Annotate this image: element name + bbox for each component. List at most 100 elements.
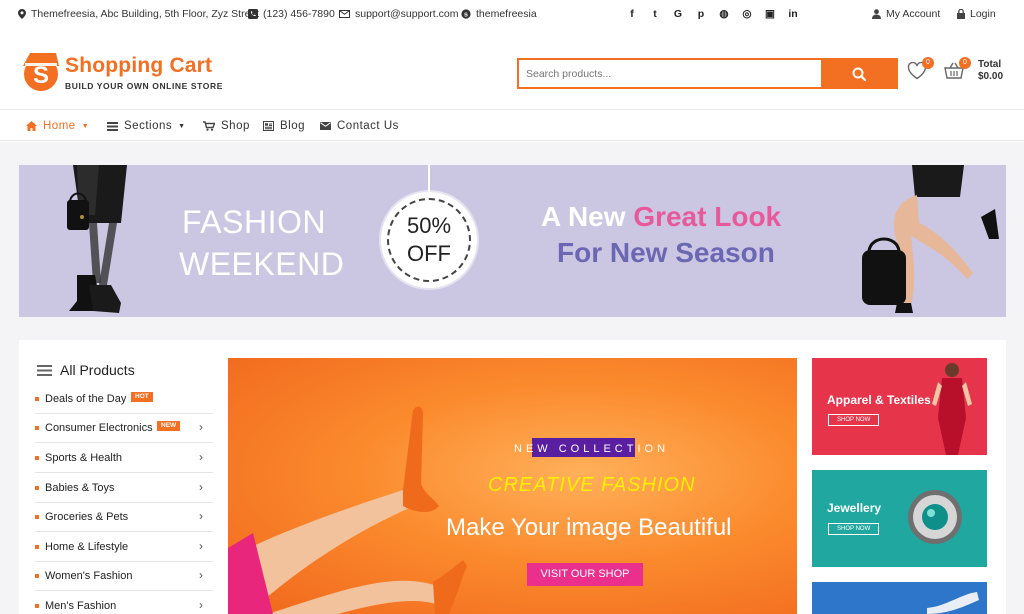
dribbble-icon[interactable]: ◍ bbox=[719, 8, 729, 20]
main-navigation: Home ▼ Sections ▼ Shop Blog Contact Us bbox=[0, 111, 1024, 141]
visit-shop-button[interactable]: VISIT OUR SHOP bbox=[527, 563, 643, 586]
category-label: Consumer Electronics bbox=[45, 422, 153, 434]
newspaper-icon bbox=[263, 121, 274, 131]
category-item[interactable]: Babies & Toys › bbox=[35, 474, 213, 503]
new-badge: NEW bbox=[157, 421, 181, 431]
search-form bbox=[517, 58, 898, 89]
search-button[interactable] bbox=[821, 60, 896, 87]
login-link[interactable]: Login bbox=[957, 8, 996, 20]
tag-string bbox=[428, 165, 430, 192]
site-title[interactable]: Shopping Cart bbox=[65, 54, 212, 78]
category-item[interactable]: Sports & Health › bbox=[35, 444, 213, 473]
promo-shoe-image bbox=[927, 592, 979, 614]
hot-badge: HOT bbox=[131, 392, 153, 402]
promo-third[interactable] bbox=[812, 582, 987, 614]
banner-headline-a: A New bbox=[541, 201, 634, 232]
facebook-icon[interactable]: f bbox=[627, 8, 637, 20]
promo-apparel[interactable]: Apparel & Textiles SHOP NOW bbox=[812, 358, 987, 455]
cart-total[interactable]: Total $0.00 bbox=[978, 59, 1003, 83]
banner-model-right-image bbox=[862, 165, 999, 313]
google-plus-icon[interactable]: G bbox=[673, 8, 683, 20]
skype-text: themefreesia bbox=[476, 8, 537, 20]
email-item[interactable]: support@support.com bbox=[339, 8, 458, 20]
home-icon bbox=[26, 121, 37, 131]
category-item[interactable]: Groceries & Pets › bbox=[35, 503, 213, 532]
flickr-icon[interactable]: ▣ bbox=[765, 8, 775, 20]
menu-icon bbox=[37, 364, 52, 376]
skype-icon: s bbox=[461, 9, 471, 19]
top-bar: Themefreesia, Abc Building, 5th Floor, Z… bbox=[0, 0, 1024, 30]
pinterest-icon[interactable]: p bbox=[696, 8, 706, 20]
promo-apparel-title: Apparel & Textiles bbox=[827, 393, 931, 407]
nav-item-home[interactable]: Home ▼ bbox=[26, 120, 89, 132]
category-label: Women's Fashion bbox=[45, 570, 133, 582]
category-item[interactable]: Consumer Electronics NEW › bbox=[35, 414, 213, 443]
category-label: Groceries & Pets bbox=[45, 511, 129, 523]
nav-label-contact: Contact Us bbox=[337, 120, 399, 132]
promo-jewellery-title: Jewellery bbox=[827, 501, 882, 515]
nav-label-blog: Blog bbox=[280, 120, 306, 132]
nav-item-contact[interactable]: Contact Us bbox=[320, 120, 399, 132]
lock-icon bbox=[957, 9, 965, 19]
all-products-label: All Products bbox=[60, 362, 135, 378]
chevron-right-icon: › bbox=[199, 598, 203, 612]
search-input[interactable] bbox=[519, 60, 821, 87]
promo-jewellery-shop-button[interactable]: SHOP NOW bbox=[828, 523, 880, 535]
promo-jewellery[interactable]: Jewellery SHOP NOW bbox=[812, 470, 987, 567]
chevron-right-icon: › bbox=[199, 509, 203, 523]
category-item[interactable]: Men's Fashion › bbox=[35, 592, 213, 614]
list-icon bbox=[107, 121, 118, 131]
cart-total-value: $0.00 bbox=[978, 71, 1004, 82]
nav-label-sections: Sections bbox=[124, 120, 173, 132]
search-icon bbox=[852, 67, 866, 81]
cart-icon bbox=[203, 121, 215, 131]
banner-left-line1: FASHION bbox=[182, 204, 326, 240]
instagram-icon[interactable]: ◎ bbox=[742, 8, 752, 20]
skype-item[interactable]: s themefreesia bbox=[461, 8, 537, 20]
cart-total-label: Total bbox=[978, 59, 1002, 70]
caret-down-icon: ▼ bbox=[81, 122, 90, 130]
address-item: Themefreesia, Abc Building, 5th Floor, Z… bbox=[18, 8, 259, 20]
email-text: support@support.com bbox=[355, 8, 459, 20]
logo-icon[interactable]: S bbox=[20, 50, 62, 92]
svg-text:S: S bbox=[33, 62, 49, 89]
caret-down-icon: ▼ bbox=[178, 122, 186, 130]
category-label: Home & Lifestyle bbox=[45, 541, 129, 553]
envelope-icon bbox=[339, 10, 350, 18]
my-account-link[interactable]: My Account bbox=[872, 8, 940, 20]
phone-icon bbox=[248, 9, 258, 19]
twitter-icon[interactable]: t bbox=[650, 8, 660, 20]
promo-banner[interactable]: FASHION WEEKEND 50% OFF A New Great Look… bbox=[19, 165, 1006, 317]
discount-tag: 50% OFF bbox=[381, 192, 477, 288]
promo-apparel-shop-button[interactable]: SHOP NOW bbox=[828, 414, 880, 426]
nav-item-blog[interactable]: Blog bbox=[263, 120, 305, 132]
linkedin-icon[interactable]: in bbox=[788, 8, 798, 20]
nav-item-shop[interactable]: Shop bbox=[203, 120, 250, 132]
promo-ring-image bbox=[908, 490, 962, 544]
hero-title: CREATIVE FASHION bbox=[488, 474, 696, 496]
cart-button[interactable]: 0 bbox=[944, 57, 971, 82]
my-account-label: My Account bbox=[886, 8, 941, 20]
address-text: Themefreesia, Abc Building, 5th Floor, Z… bbox=[31, 8, 260, 20]
wishlist-button[interactable]: 0 bbox=[907, 57, 934, 82]
category-item[interactable]: Home & Lifestyle › bbox=[35, 533, 213, 562]
category-label: Deals of the Day bbox=[45, 393, 127, 405]
phone-item[interactable]: (123) 456-7890 bbox=[248, 8, 335, 20]
map-pin-icon bbox=[18, 9, 26, 19]
hero-slider[interactable]: NEW COLLECTION CREATIVE FASHION Make You… bbox=[228, 358, 797, 614]
banner-headline: A New Great Look bbox=[541, 201, 781, 233]
all-products-heading[interactable]: All Products bbox=[37, 362, 135, 378]
wishlist-count-badge: 0 bbox=[922, 57, 934, 69]
category-item[interactable]: Deals of the Day HOT bbox=[35, 385, 213, 414]
cart-count-badge: 0 bbox=[959, 57, 971, 69]
chevron-right-icon: › bbox=[199, 539, 203, 553]
hero-subtitle: Make Your image Beautiful bbox=[446, 514, 732, 541]
social-links: f t G p ◍ ◎ ▣ in bbox=[627, 8, 798, 20]
nav-item-sections[interactable]: Sections ▼ bbox=[107, 120, 186, 132]
chevron-right-icon: › bbox=[199, 568, 203, 582]
site-tagline: BUILD YOUR OWN ONLINE STORE bbox=[65, 81, 224, 91]
chevron-right-icon: › bbox=[199, 420, 203, 434]
discount-value: 50% bbox=[406, 213, 452, 238]
category-item[interactable]: Women's Fashion › bbox=[35, 562, 213, 591]
phone-text: (123) 456-7890 bbox=[263, 8, 335, 20]
